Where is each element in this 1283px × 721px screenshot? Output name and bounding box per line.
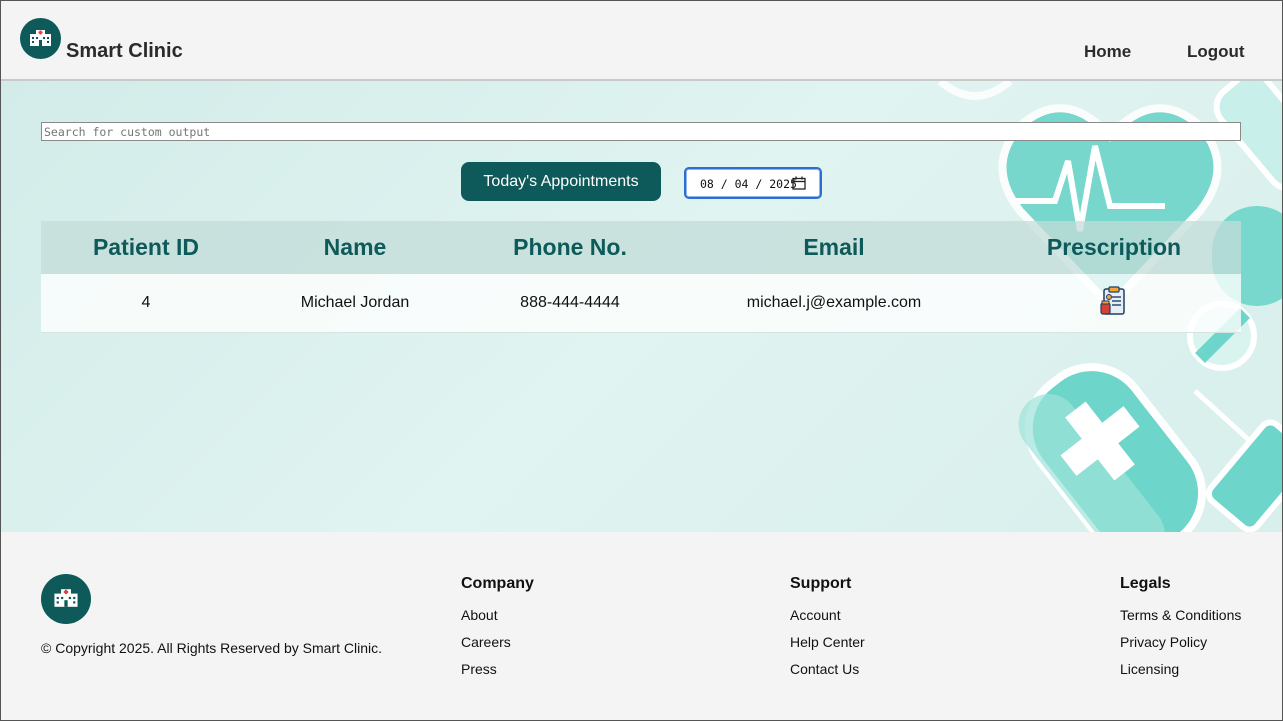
site-footer: © Copyright 2025. All Rights Reserved by… (0, 532, 1283, 721)
footer-link-terms[interactable]: Terms & Conditions (1120, 607, 1241, 624)
copyright-text: © Copyright 2025. All Rights Reserved by… (41, 640, 383, 656)
footer-link-help-center[interactable]: Help Center (790, 634, 865, 651)
footer-link-account[interactable]: Account (790, 607, 865, 624)
footer-column-support: Support Account Help Center Contact Us (790, 575, 865, 688)
footer-link-licensing[interactable]: Licensing (1120, 661, 1241, 678)
footer-column-legals: Legals Terms & Conditions Privacy Policy… (1120, 575, 1241, 688)
footer-link-about[interactable]: About (461, 607, 534, 624)
footer-link-press[interactable]: Press (461, 661, 534, 678)
cell-patient-id: 4 (141, 294, 151, 311)
todays-appointments-button[interactable]: Today's Appointments (461, 162, 661, 201)
footer-link-careers[interactable]: Careers (461, 634, 534, 651)
search-input[interactable] (41, 122, 1241, 141)
main-content: Today's Appointments 08 / 04 / 2025 Pati… (0, 81, 1283, 532)
calendar-icon[interactable] (792, 176, 806, 193)
header-phone: Phone No. (513, 234, 627, 260)
site-header: Smart Clinic Home Logout (0, 0, 1283, 81)
nav-home-link[interactable]: Home (1084, 42, 1131, 62)
header-name: Name (323, 234, 387, 260)
hospital-icon (54, 589, 78, 607)
date-value: 08 / 04 / 2025 (700, 177, 797, 191)
footer-link-contact-us[interactable]: Contact Us (790, 661, 865, 678)
footer-column-title: Company (461, 575, 534, 592)
header-email: Email (803, 234, 865, 260)
footer-column-company: Company About Careers Press (461, 575, 534, 688)
appointments-table: Patient ID Name Phone No. Email Prescrip… (41, 221, 1241, 333)
cell-name: Michael Jordan (300, 294, 410, 311)
footer-link-privacy[interactable]: Privacy Policy (1120, 634, 1241, 651)
header-prescription: Prescription (1046, 234, 1182, 260)
logo[interactable] (20, 18, 61, 59)
cell-phone: 888-444-4444 (520, 294, 620, 311)
table-header: Patient ID Name Phone No. Email Prescrip… (41, 221, 1241, 274)
cell-prescription (987, 285, 1241, 321)
table-row: 4 Michael Jordan 888-444-4444 michael.j@… (41, 274, 1241, 333)
footer-column-title: Support (790, 575, 852, 592)
cell-email: michael.j@example.com (746, 294, 922, 311)
header-patient-id: Patient ID (92, 234, 200, 260)
hospital-icon (30, 30, 51, 46)
brand-name: Smart Clinic (66, 40, 183, 62)
prescription-icon[interactable] (1100, 285, 1128, 321)
date-picker[interactable]: 08 / 04 / 2025 (684, 167, 822, 199)
footer-column-title: Legals (1120, 575, 1171, 592)
nav-logout-link[interactable]: Logout (1187, 42, 1245, 62)
footer-logo[interactable] (41, 574, 91, 624)
